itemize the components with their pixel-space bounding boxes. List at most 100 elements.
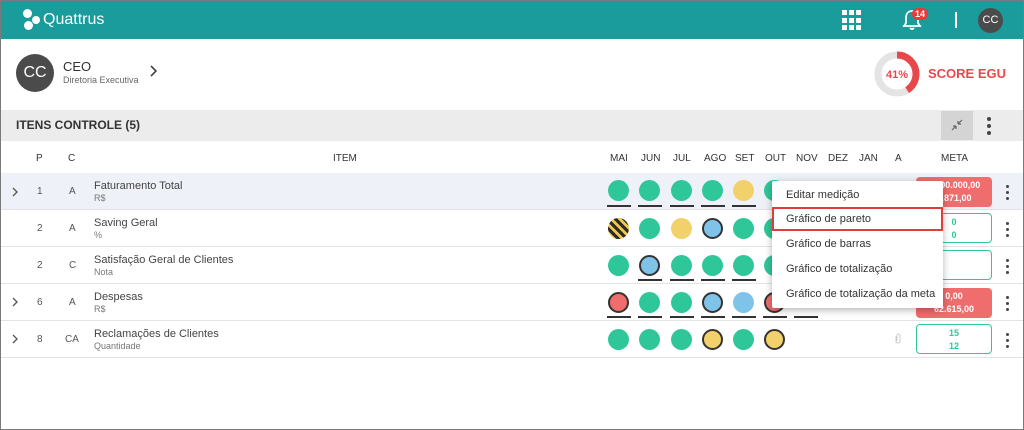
- row-more-icon[interactable]: [1005, 296, 1009, 314]
- measure-underline: [701, 316, 725, 318]
- status-dot[interactable]: [733, 255, 754, 276]
- col-p: P: [36, 153, 43, 164]
- col-month: OUT: [765, 153, 787, 164]
- col-month: MAI: [610, 153, 628, 164]
- collapse-arrows-icon: [951, 119, 963, 131]
- expand-chevron-icon[interactable]: [11, 187, 19, 197]
- chevron-right-icon[interactable]: [149, 65, 158, 77]
- row-p: 2: [37, 223, 43, 234]
- top-bar: Quattrus 14 CC: [1, 1, 1023, 39]
- col-month: JUL: [673, 153, 691, 164]
- status-dot[interactable]: [608, 292, 629, 313]
- status-dot[interactable]: [702, 255, 723, 276]
- status-dot[interactable]: [639, 180, 660, 201]
- status-dot[interactable]: [702, 329, 723, 350]
- row-more-icon[interactable]: [1005, 259, 1009, 277]
- row-c: CA: [65, 334, 79, 345]
- profile-avatar: CC: [16, 54, 54, 92]
- row-item-unit: %: [94, 230, 103, 240]
- status-dot[interactable]: [671, 292, 692, 313]
- menu-item-grafico-barras[interactable]: Gráfico de barras: [772, 232, 943, 256]
- status-dot[interactable]: [733, 218, 754, 239]
- row-item-name[interactable]: Saving Geral: [94, 217, 158, 229]
- measure-underline: [732, 279, 756, 281]
- status-dot[interactable]: [733, 292, 754, 313]
- context-menu: Editar medição Gráfico de pareto Gráfico…: [772, 181, 943, 308]
- measure-underline: [670, 279, 694, 281]
- row-c: A: [69, 297, 76, 308]
- row-p: 1: [37, 186, 43, 197]
- profile-role[interactable]: CEO: [63, 59, 91, 74]
- measure-underline: [670, 205, 694, 207]
- status-dot[interactable]: [671, 329, 692, 350]
- meta-value: 15: [948, 328, 959, 338]
- row-p: 8: [37, 334, 43, 345]
- measure-underline: [638, 279, 662, 281]
- status-dot[interactable]: [702, 180, 723, 201]
- status-dot[interactable]: [764, 329, 785, 350]
- col-meta: META: [941, 153, 969, 164]
- row-item-unit: R$: [94, 193, 106, 203]
- measure-underline: [794, 316, 818, 318]
- attachment-icon[interactable]: [894, 333, 902, 345]
- menu-item-editar-medicao[interactable]: Editar medição: [772, 183, 943, 207]
- collapse-button[interactable]: [941, 111, 973, 140]
- section-more-icon[interactable]: [987, 117, 991, 138]
- measure-underline: [670, 316, 694, 318]
- status-dot[interactable]: [608, 255, 629, 276]
- row-c: C: [69, 260, 77, 271]
- row-more-icon[interactable]: [1005, 333, 1009, 351]
- score-ring: 41%: [874, 51, 920, 97]
- expand-chevron-icon[interactable]: [11, 334, 19, 344]
- measure-underline: [732, 205, 756, 207]
- brand-name: Quattrus: [43, 11, 105, 28]
- measure-underline: [763, 316, 787, 318]
- divider: [955, 12, 957, 28]
- row-more-icon[interactable]: [1005, 222, 1009, 240]
- menu-item-grafico-pareto[interactable]: Gráfico de pareto: [772, 207, 943, 231]
- col-month: SET: [735, 153, 755, 164]
- score-percent: 41%: [886, 69, 908, 81]
- row-item-name[interactable]: Despesas: [94, 291, 143, 303]
- user-avatar[interactable]: CC: [978, 8, 1003, 33]
- status-dot[interactable]: [702, 218, 723, 239]
- status-dot[interactable]: [733, 180, 754, 201]
- row-c: A: [69, 223, 76, 234]
- apps-grid-icon[interactable]: [842, 10, 863, 31]
- row-item-name[interactable]: Reclamações de Clientes: [94, 328, 219, 340]
- status-dot[interactable]: [608, 329, 629, 350]
- section-header: ITENS CONTROLE (5): [1, 110, 1023, 141]
- status-dot[interactable]: [639, 292, 660, 313]
- status-dot[interactable]: [608, 180, 629, 201]
- col-c: C: [68, 153, 76, 164]
- table-row[interactable]: 8 CA Reclamações de Clientes Quantidade …: [1, 321, 1023, 358]
- status-dot[interactable]: [733, 329, 754, 350]
- row-more-icon[interactable]: [1005, 185, 1009, 203]
- measure-underline: [607, 316, 631, 318]
- status-dot[interactable]: [702, 292, 723, 313]
- measure-underline: [607, 205, 631, 207]
- row-item-unit: Nota: [94, 267, 114, 277]
- measure-underline: [701, 205, 725, 207]
- menu-item-grafico-totalizacao[interactable]: Gráfico de totalização: [772, 257, 943, 281]
- col-month: DEZ: [828, 153, 848, 164]
- score-label: SCORE EGU: [928, 66, 1007, 81]
- row-item-name[interactable]: Faturamento Total: [94, 180, 182, 192]
- status-dot[interactable]: [639, 329, 660, 350]
- row-item-unit: Quantidade: [94, 341, 141, 351]
- expand-chevron-icon[interactable]: [11, 297, 19, 307]
- status-dot[interactable]: [671, 180, 692, 201]
- row-item-name[interactable]: Satisfação Geral de Clientes: [94, 254, 233, 266]
- meta-value: 12: [948, 341, 959, 351]
- quattrus-logo-icon[interactable]: [23, 9, 45, 31]
- row-p: 2: [37, 260, 43, 271]
- menu-item-grafico-totalizacao-meta[interactable]: Gráfico de totalização da meta: [772, 282, 943, 306]
- col-month: A: [895, 153, 902, 164]
- status-dot[interactable]: [639, 218, 660, 239]
- status-dot[interactable]: [639, 255, 660, 276]
- status-dot[interactable]: [671, 255, 692, 276]
- measure-underline: [638, 205, 662, 207]
- status-dot[interactable]: [608, 218, 629, 239]
- status-dot[interactable]: [671, 218, 692, 239]
- measure-underline: [732, 316, 756, 318]
